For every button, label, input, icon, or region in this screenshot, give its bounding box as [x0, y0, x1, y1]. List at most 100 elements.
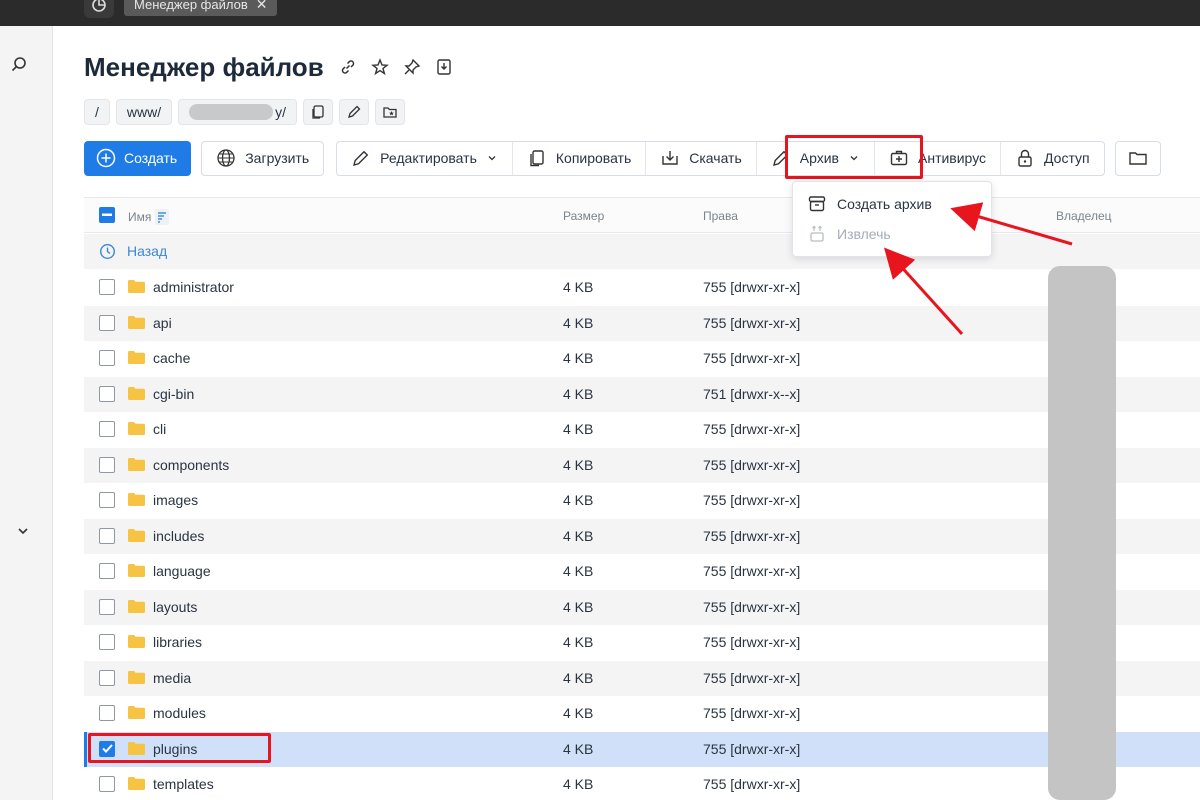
row-checkbox[interactable] — [99, 385, 115, 402]
create-button[interactable]: Создать — [84, 140, 192, 176]
breadcrumb-domain-suffix: y/ — [275, 104, 287, 120]
edit-button[interactable]: Редактировать — [337, 141, 513, 175]
create-archive-menu-item[interactable]: Создать архив — [807, 194, 932, 214]
file-name[interactable]: api — [153, 315, 172, 331]
file-rights[interactable]: 755 [drwxr-xr-x] — [703, 670, 800, 686]
breadcrumb-www[interactable]: www/ — [115, 99, 173, 125]
table-row[interactable]: plugins 4 KB 755 [drwxr-xr-x] — [84, 731, 1200, 767]
breadcrumb-root[interactable]: / — [84, 99, 110, 125]
file-rights[interactable]: 755 [drwxr-xr-x] — [703, 599, 800, 615]
file-name[interactable]: components — [153, 457, 229, 473]
archive-button[interactable]: Архив — [757, 141, 875, 175]
breadcrumb-domain[interactable]: y/ — [178, 99, 298, 125]
extract-menu-item[interactable]: Извлечь — [807, 224, 891, 244]
file-rights[interactable]: 755 [drwxr-xr-x] — [703, 528, 800, 544]
row-checkbox[interactable] — [99, 350, 115, 366]
import-document-icon[interactable] — [434, 57, 454, 77]
file-rights[interactable]: 755 [drwxr-xr-x] — [703, 350, 800, 366]
select-all-checkbox[interactable] — [99, 207, 115, 223]
access-button[interactable]: Доступ — [1001, 142, 1104, 175]
table-row[interactable]: cgi-bin 4 KB 751 [drwxr-x--x] — [84, 376, 1200, 412]
file-rights[interactable]: 751 [drwxr-x--x] — [703, 386, 800, 402]
file-rights[interactable]: 755 [drwxr-xr-x] — [703, 776, 800, 792]
row-checkbox[interactable] — [99, 669, 115, 686]
file-rights[interactable]: 755 [drwxr-xr-x] — [703, 492, 800, 508]
folder-icon — [128, 741, 145, 755]
row-checkbox[interactable] — [99, 776, 115, 792]
column-owner-header[interactable]: Владелец — [1056, 209, 1112, 223]
file-rights[interactable]: 755 [drwxr-xr-x] — [703, 457, 800, 473]
table-row[interactable]: media 4 KB 755 [drwxr-xr-x] — [84, 660, 1200, 696]
table-row[interactable]: images 4 KB 755 [drwxr-xr-x] — [84, 483, 1200, 519]
table-row[interactable]: language 4 KB 755 [drwxr-xr-x] — [84, 554, 1200, 590]
row-checkbox[interactable] — [99, 634, 115, 650]
table-row[interactable]: libraries 4 KB 755 [drwxr-xr-x] — [84, 625, 1200, 661]
row-checkbox[interactable] — [99, 705, 115, 721]
edit-path-icon[interactable] — [339, 99, 370, 125]
folder-icon — [128, 315, 145, 329]
file-name[interactable]: plugins — [153, 741, 197, 757]
row-checkbox[interactable] — [99, 563, 115, 579]
more-folder-button[interactable] — [1114, 140, 1161, 176]
file-size: 4 KB — [563, 527, 594, 544]
row-checkbox[interactable] — [99, 314, 115, 331]
row-checkbox[interactable] — [99, 598, 115, 615]
file-rights[interactable]: 755 [drwxr-xr-x] — [703, 705, 800, 721]
file-name[interactable]: cli — [153, 421, 166, 437]
table-row[interactable]: layouts 4 KB 755 [drwxr-xr-x] — [84, 589, 1200, 625]
row-checkbox[interactable] — [99, 527, 115, 544]
file-name[interactable]: images — [153, 492, 198, 508]
copy-path-icon[interactable] — [303, 99, 334, 125]
star-icon[interactable] — [370, 57, 390, 77]
file-rights[interactable]: 755 [drwxr-xr-x] — [703, 279, 800, 295]
window-tab[interactable]: Менеджер файлов ✕ — [124, 0, 278, 16]
row-checkbox[interactable] — [99, 421, 115, 437]
table-row[interactable]: components 4 KB 755 [drwxr-xr-x] — [84, 447, 1200, 483]
table-row[interactable]: cache 4 KB 755 [drwxr-xr-x] — [84, 341, 1200, 377]
column-size-header[interactable]: Размер — [563, 209, 604, 223]
file-name[interactable]: modules — [153, 705, 206, 721]
table-row[interactable]: administrator 4 KB 755 [drwxr-xr-x] — [84, 270, 1200, 306]
file-rights[interactable]: 755 [drwxr-xr-x] — [703, 315, 800, 331]
file-rights[interactable]: 755 [drwxr-xr-x] — [703, 741, 800, 757]
row-checkbox[interactable] — [99, 740, 115, 757]
app-logo-icon[interactable] — [84, 0, 114, 18]
chevron-down-icon[interactable] — [14, 524, 32, 542]
file-name[interactable]: cache — [153, 350, 190, 366]
favorite-folder-icon[interactable] — [375, 99, 406, 125]
antivirus-button[interactable]: Антивирус — [875, 141, 1002, 175]
file-name[interactable]: media — [153, 670, 191, 686]
table-row[interactable]: templates 4 KB 755 [drwxr-xr-x] — [84, 767, 1200, 800]
upload-button[interactable]: Загрузить — [201, 140, 325, 176]
download-button[interactable]: Скачать — [646, 141, 757, 175]
row-checkbox[interactable] — [99, 279, 115, 295]
link-icon[interactable] — [338, 57, 358, 77]
file-name[interactable]: libraries — [153, 634, 202, 650]
table-row[interactable]: api 4 KB 755 [drwxr-xr-x] — [84, 305, 1200, 341]
close-icon[interactable]: ✕ — [256, 0, 268, 13]
file-name[interactable]: layouts — [153, 599, 197, 615]
row-checkbox[interactable] — [99, 492, 115, 508]
archive-box-icon — [808, 196, 826, 212]
table-row[interactable]: includes 4 KB 755 [drwxr-xr-x] — [84, 518, 1200, 554]
file-rights[interactable]: 755 [drwxr-xr-x] — [703, 421, 800, 437]
file-name[interactable]: administrator — [153, 279, 234, 295]
file-rights[interactable]: 755 [drwxr-xr-x] — [703, 634, 800, 650]
column-name-header[interactable]: Имя — [128, 209, 170, 225]
lock-icon — [1018, 149, 1032, 167]
search-icon[interactable] — [10, 56, 28, 79]
row-checkbox[interactable] — [99, 456, 115, 473]
sort-icon[interactable] — [155, 209, 170, 225]
file-rights[interactable]: 755 [drwxr-xr-x] — [703, 563, 800, 579]
table-row[interactable]: cli 4 KB 755 [drwxr-xr-x] — [84, 412, 1200, 448]
table-row[interactable]: modules 4 KB 755 [drwxr-xr-x] — [84, 696, 1200, 732]
file-name[interactable]: includes — [153, 528, 204, 544]
file-name[interactable]: templates — [153, 776, 214, 792]
file-name[interactable]: cgi-bin — [153, 386, 194, 402]
pin-icon[interactable] — [402, 57, 422, 77]
column-rights-header[interactable]: Права — [703, 209, 738, 223]
folder-icon — [128, 777, 145, 790]
copy-button[interactable]: Копировать — [513, 141, 647, 175]
back-row[interactable]: Назад — [84, 234, 1200, 269]
file-name[interactable]: language — [153, 563, 211, 579]
